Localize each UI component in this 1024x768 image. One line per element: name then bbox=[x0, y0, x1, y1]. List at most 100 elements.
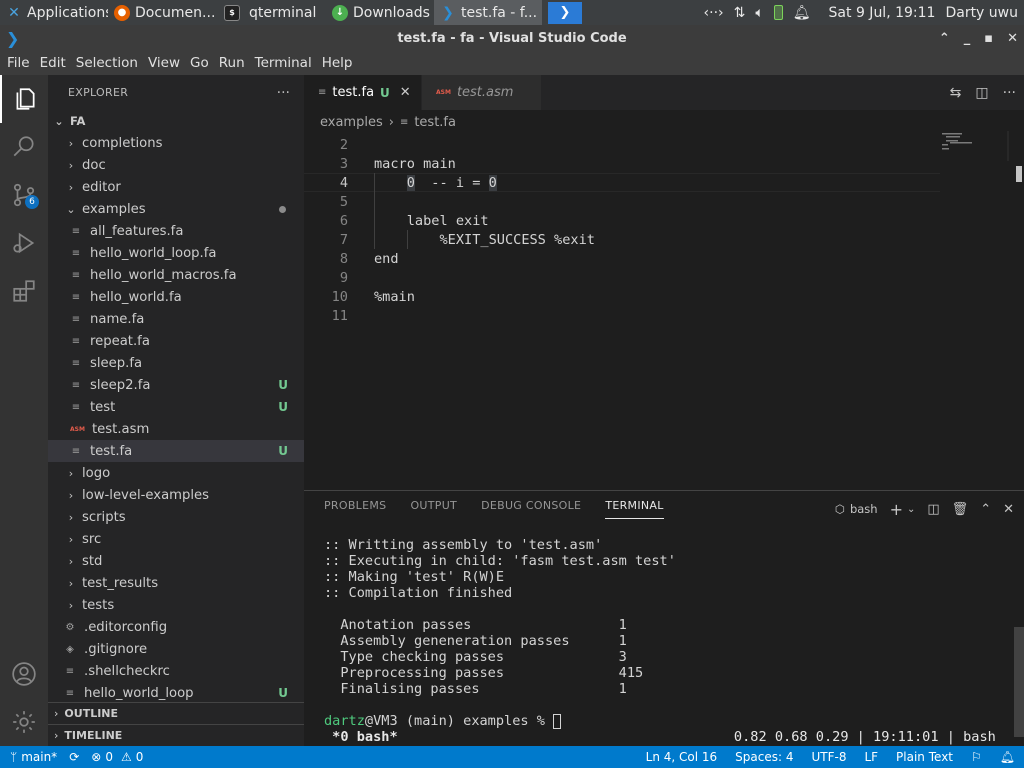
close-tab-icon[interactable]: ✕ bbox=[400, 85, 411, 100]
minimap[interactable] bbox=[940, 131, 1010, 161]
tree-file[interactable]: ≡ hello_world_loop U bbox=[48, 682, 304, 704]
network-icon[interactable]: ‹··› bbox=[704, 5, 724, 21]
menu-run[interactable]: Run bbox=[214, 55, 250, 71]
menu-go[interactable]: Go bbox=[185, 55, 214, 71]
taskbar-firefox[interactable]: ● Documen... bbox=[108, 0, 218, 25]
language-mode[interactable]: Plain Text bbox=[887, 750, 962, 764]
accounts-activity[interactable] bbox=[0, 650, 48, 698]
tree-file[interactable]: ≡ repeat.fa bbox=[48, 330, 304, 352]
transfer-icon[interactable]: ⇅ bbox=[734, 5, 746, 21]
code-line[interactable]: 10 %main bbox=[304, 287, 944, 306]
breadcrumb-folder[interactable]: examples bbox=[320, 115, 383, 130]
branch-indicator[interactable]: ᛘ main* bbox=[0, 750, 63, 764]
maximize-button[interactable]: ▪ bbox=[984, 31, 993, 46]
tree-file[interactable]: ≡ hello_world_loop.fa bbox=[48, 242, 304, 264]
taskbar-vscode[interactable]: ❯ test.fa - f... bbox=[434, 0, 542, 25]
tree-folder[interactable]: › completions bbox=[48, 132, 304, 154]
terminal-shell-selector[interactable]: ⬡ bash bbox=[835, 502, 878, 516]
tree-folder[interactable]: › editor bbox=[48, 176, 304, 198]
cursor-position[interactable]: Ln 4, Col 16 bbox=[637, 750, 727, 764]
tree-file[interactable]: ≡ name.fa bbox=[48, 308, 304, 330]
encoding[interactable]: UTF-8 bbox=[802, 750, 855, 764]
menu-edit[interactable]: Edit bbox=[35, 55, 71, 71]
volume-icon[interactable]: 🔈︎ bbox=[755, 5, 763, 21]
more-actions-button[interactable]: ··· bbox=[277, 85, 290, 101]
tree-folder[interactable]: ⌄ examples bbox=[48, 198, 304, 220]
menu-file[interactable]: File bbox=[2, 55, 35, 71]
tree-folder[interactable]: › low-level-examples bbox=[48, 484, 304, 506]
taskbar-applications[interactable]: ✕ Applications bbox=[0, 0, 108, 25]
bell-icon[interactable]: 🔔︎ bbox=[793, 5, 811, 21]
feedback-icon[interactable]: ⚐ bbox=[962, 750, 991, 764]
chevron-down-icon[interactable]: ⌄ bbox=[907, 504, 915, 515]
tree-file[interactable]: ⚙ .editorconfig bbox=[48, 616, 304, 638]
code-editor[interactable]: 2 3 macro main 4 0 -- i = 056 label exit 7 %… bbox=[304, 135, 944, 325]
code-line[interactable]: 4 0 -- i = 0 bbox=[304, 173, 940, 192]
split-editor-icon[interactable]: ◫ bbox=[975, 85, 988, 101]
user-name[interactable]: Darty uwu bbox=[945, 5, 1018, 21]
code-line[interactable]: 6 label exit bbox=[304, 211, 944, 230]
search-activity[interactable] bbox=[0, 123, 48, 171]
code-line[interactable]: 9 bbox=[304, 268, 944, 287]
settings-activity[interactable] bbox=[0, 698, 48, 746]
close-button[interactable]: ✕ bbox=[1007, 31, 1018, 46]
tree-folder[interactable]: › tests bbox=[48, 594, 304, 616]
tab-output[interactable]: OUTPUT bbox=[410, 499, 457, 519]
extensions-activity[interactable] bbox=[0, 267, 48, 315]
clock[interactable]: Sat 9 Jul, 19:11 bbox=[829, 5, 936, 21]
indentation[interactable]: Spaces: 4 bbox=[726, 750, 802, 764]
code-line[interactable]: 8 end bbox=[304, 249, 944, 268]
tree-folder[interactable]: › test_results bbox=[48, 572, 304, 594]
code-line[interactable]: 2 bbox=[304, 135, 944, 154]
tab-terminal[interactable]: TERMINAL bbox=[605, 499, 664, 519]
editor-scrollbar[interactable] bbox=[1014, 158, 1024, 490]
tree-file[interactable]: ≡ sleep.fa bbox=[48, 352, 304, 374]
tree-folder[interactable]: › std bbox=[48, 550, 304, 572]
menu-help[interactable]: Help bbox=[317, 55, 358, 71]
tree-file[interactable]: ≡ test U bbox=[48, 396, 304, 418]
taskbar-qterminal[interactable]: $ qterminal bbox=[218, 0, 326, 25]
minimize-button[interactable]: _ bbox=[964, 31, 971, 46]
taskbar-workspace[interactable]: ❯ bbox=[548, 1, 582, 24]
timeline-section[interactable]: › TIMELINE bbox=[48, 724, 304, 746]
tree-folder[interactable]: › doc bbox=[48, 154, 304, 176]
workspace-root[interactable]: ⌄ FA bbox=[48, 110, 304, 132]
tree-file[interactable]: ≡ sleep2.fa U bbox=[48, 374, 304, 396]
sync-button[interactable]: ⟳ bbox=[63, 750, 85, 764]
new-terminal-icon[interactable]: + bbox=[890, 500, 903, 519]
tree-file[interactable]: ◈ .gitignore bbox=[48, 638, 304, 660]
tab-test-asm[interactable]: ASM test.asm bbox=[422, 75, 542, 110]
tree-file[interactable]: ≡ hello_world_macros.fa bbox=[48, 264, 304, 286]
battery-icon[interactable] bbox=[773, 5, 783, 20]
tree-folder[interactable]: › logo bbox=[48, 462, 304, 484]
explorer-activity[interactable] bbox=[0, 75, 48, 123]
tab-test-fa[interactable]: ≡ test.fa U ✕ bbox=[304, 75, 422, 110]
outline-section[interactable]: › OUTLINE bbox=[48, 702, 304, 724]
run-debug-activity[interactable] bbox=[0, 219, 48, 267]
menu-terminal[interactable]: Terminal bbox=[250, 55, 317, 71]
split-terminal-icon[interactable]: ◫ bbox=[927, 502, 939, 517]
code-line[interactable]: 7 %EXIT_SUCCESS %exit bbox=[304, 230, 944, 249]
code-line[interactable]: 11 bbox=[304, 306, 944, 325]
tab-problems[interactable]: PROBLEMS bbox=[324, 499, 386, 519]
terminal-output[interactable]: :: Writting assembly to 'test.asm':: Exe… bbox=[324, 537, 676, 697]
code-line[interactable]: 3 macro main bbox=[304, 154, 944, 173]
tree-folder[interactable]: › scripts bbox=[48, 506, 304, 528]
collapse-icon[interactable]: ⌃ bbox=[939, 31, 950, 46]
source-control-activity[interactable]: 6 bbox=[0, 171, 48, 219]
tree-file[interactable]: ≡ all_features.fa bbox=[48, 220, 304, 242]
tree-file[interactable]: ≡ test.fa U bbox=[48, 440, 304, 462]
tree-file[interactable]: ≡ hello_world.fa bbox=[48, 286, 304, 308]
taskbar-downloads[interactable]: ↓ Downloads bbox=[326, 0, 434, 25]
tree-folder[interactable]: › src bbox=[48, 528, 304, 550]
tree-file[interactable]: ASM test.asm bbox=[48, 418, 304, 440]
breadcrumb-file[interactable]: test.fa bbox=[414, 115, 456, 130]
tab-debug-console[interactable]: DEBUG CONSOLE bbox=[481, 499, 581, 519]
menu-view[interactable]: View bbox=[143, 55, 185, 71]
line-ending[interactable]: LF bbox=[855, 750, 887, 764]
open-changes-icon[interactable]: ⇆ bbox=[950, 85, 962, 101]
trash-icon[interactable]: 🗑︎ bbox=[952, 502, 969, 517]
terminal-prompt[interactable]: dartz@VM3 (main) examples % bbox=[324, 713, 562, 729]
notifications-icon[interactable]: 🔔︎ bbox=[991, 750, 1024, 764]
maximize-panel-icon[interactable]: ⌃ bbox=[980, 502, 991, 517]
